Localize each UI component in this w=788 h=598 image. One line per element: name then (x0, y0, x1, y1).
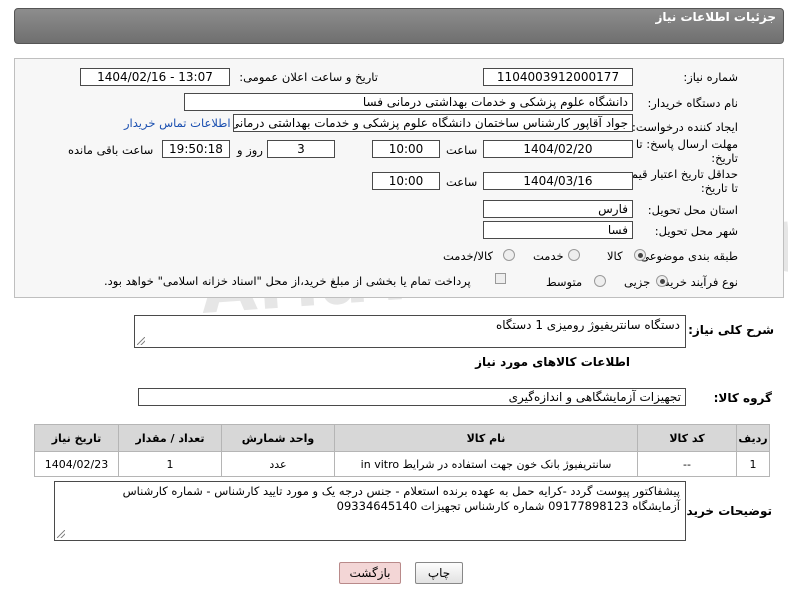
validity-time-field: 10:00 (372, 172, 440, 190)
need-number-field: 1104003912000177 (483, 68, 633, 86)
deadline-date-field: 1404/02/20 (483, 140, 633, 158)
requester-label: ایجاد کننده درخواست: (632, 120, 738, 134)
col-item-code: کد کالا (637, 424, 737, 452)
buyer-org-label: نام دستگاه خریدار: (647, 96, 738, 110)
col-item-name: نام کالا (334, 424, 638, 452)
category-label: طبقه بندی موضوعی: (636, 249, 738, 263)
cell-quantity: 1 (118, 451, 222, 477)
city-label: شهر محل تحویل: (654, 224, 738, 238)
col-quantity: تعداد / مقدار (118, 424, 222, 452)
buyer-notes-line-1: پیشفاکتور پیوست گردد -کرایه حمل به عهده … (122, 484, 680, 498)
announce-label: تاریخ و ساعت اعلان عمومی: (239, 70, 378, 84)
buyer-notes-textarea: پیشفاکتور پیوست گردد -کرایه حمل به عهده … (54, 481, 686, 541)
city-field: فسا (483, 221, 633, 239)
resize-handle-icon[interactable] (57, 530, 65, 538)
description-label: شرح کلی نیاز: (688, 323, 774, 337)
category-option-goods: کالا (607, 249, 623, 263)
province-field: فارس (483, 200, 633, 218)
remaining-time-field: 19:50:18 (162, 140, 230, 158)
validity-time-label: ساعت (446, 175, 478, 189)
category-option-goods-service: کالا/خدمت (443, 249, 494, 263)
page-title: جزئیات اطلاعات نیاز (655, 10, 776, 24)
deadline-label: مهلت ارسال پاسخ: تا تاریخ: (635, 137, 738, 165)
table-row: 1 -- سانتریفیوژ بانک خون جهت استفاده در … (34, 451, 770, 477)
cell-row-number: 1 (736, 451, 770, 477)
col-unit: واحد شمارش (221, 424, 335, 452)
treasury-payment-note: پرداخت تمام یا بخشی از مبلغ خرید،از محل … (104, 274, 471, 288)
back-button[interactable]: بازگشت (339, 562, 401, 584)
goods-table-header: ردیف کد کالا نام کالا واحد شمارش تعداد /… (34, 424, 770, 452)
goods-group-field: تجهیزات آزمایشگاهی و اندازه‌گیری (138, 388, 686, 406)
cell-unit: عدد (221, 451, 335, 477)
buyer-notes-line-2: آزمایشگاه 09177898123 شماره کارشناس تجهی… (336, 499, 680, 513)
goods-table: ردیف کد کالا نام کالا واحد شمارش تعداد /… (34, 424, 770, 477)
buyer-contact-link[interactable]: اطلاعات تماس خریدار (124, 116, 231, 130)
process-option-minor: جزیی (624, 275, 651, 289)
days-label: روز و (237, 143, 263, 157)
description-text: دستگاه سانتریفیوژ رومیزی 1 دستگاه (495, 318, 680, 332)
requester-field: جواد آقاپور کارشناس ساختمان دانشگاه علوم… (233, 114, 633, 132)
days-count-field: 3 (267, 140, 335, 158)
remaining-label: ساعت باقی مانده (68, 143, 154, 157)
announce-datetime-field: 1404/02/16 - 13:07 (80, 68, 230, 86)
deadline-time-field: 10:00 (372, 140, 440, 158)
category-radio-service[interactable] (568, 249, 580, 261)
category-radio-goods-service[interactable] (503, 249, 515, 261)
province-label: استان محل تحویل: (647, 203, 738, 217)
resize-handle-icon[interactable] (137, 337, 145, 345)
cell-item-code: -- (637, 451, 737, 477)
goods-section-title: اطلاعات کالاهای مورد نیاز (475, 355, 630, 369)
process-radio-medium[interactable] (594, 275, 606, 287)
process-radio-minor[interactable] (656, 275, 668, 287)
col-row-number: ردیف (736, 424, 770, 452)
col-need-date: تاریخ نیاز (34, 424, 119, 452)
need-number-label: شماره نیاز: (683, 70, 738, 84)
buyer-org-field: دانشگاه علوم پزشکی و خدمات بهداشتی درمان… (184, 93, 633, 111)
cell-item-name: سانتریفیوژ بانک خون جهت استفاده در شرایط… (334, 451, 638, 477)
goods-group-label: گروه کالا: (713, 391, 772, 405)
deadline-time-label: ساعت (446, 143, 478, 157)
print-button[interactable]: چاپ (415, 562, 463, 584)
process-label: نوع فرآیند خرید : (656, 275, 738, 289)
cell-need-date: 1404/02/23 (34, 451, 119, 477)
process-option-medium: متوسط (546, 275, 583, 289)
description-textarea: دستگاه سانتریفیوژ رومیزی 1 دستگاه (134, 315, 686, 348)
category-option-service: خدمت (533, 249, 564, 263)
treasury-payment-checkbox[interactable] (495, 273, 506, 284)
validity-date-field: 1404/03/16 (483, 172, 633, 190)
category-radio-goods[interactable] (634, 249, 646, 261)
